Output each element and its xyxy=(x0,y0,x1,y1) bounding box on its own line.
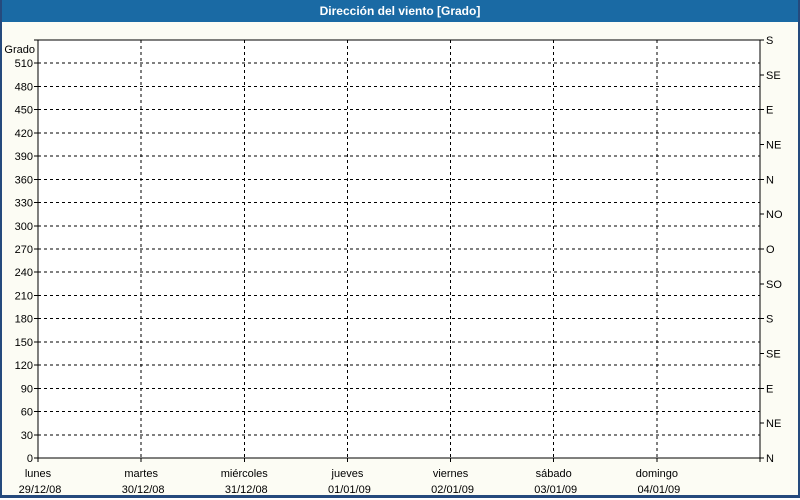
y-right-compass-label: O xyxy=(766,244,775,256)
y-right-compass-label: NO xyxy=(766,209,783,221)
y-left-tick-label: 450 xyxy=(15,105,33,117)
wind-direction-chart: 0 30 60 90 120 150 180 210 240 270 300 330 360 390 420… xyxy=(4,35,783,496)
screenshot-root: Dirección del viento [Grado] 0 30 60 90 120 1… xyxy=(0,0,800,500)
x-date-label: 31/12/08 xyxy=(225,484,268,496)
x-date-label: 30/12/08 xyxy=(122,484,165,496)
x-day-label: sábado xyxy=(536,468,572,480)
y-right-compass-label: N xyxy=(766,453,774,465)
x-day-label: domingo xyxy=(636,468,678,480)
y-left-tick-label: 90 xyxy=(21,383,33,395)
x-day-label: miércoles xyxy=(221,468,269,480)
y-right-compass-label: SE xyxy=(766,349,781,361)
y-left-tick-label: 300 xyxy=(15,221,33,233)
y-left-tick-label: 510 xyxy=(15,58,33,70)
y-right-compass-label: S xyxy=(766,35,773,47)
y-right-compass-label: E xyxy=(766,105,773,117)
y-left-tick-label: 390 xyxy=(15,151,33,163)
x-day-label: martes xyxy=(124,468,158,480)
y-left-tick-label: 480 xyxy=(15,81,33,93)
y-axis-unit-label: Grado xyxy=(4,44,35,56)
y-right-compass-label: E xyxy=(766,383,773,395)
x-date-label: 04/01/09 xyxy=(637,484,680,496)
x-day-label: jueves xyxy=(331,468,364,480)
y-right-compass-label: N xyxy=(766,174,774,186)
y-right-compass-label: SE xyxy=(766,70,781,82)
y-right-compass-label: NE xyxy=(766,418,781,430)
x-date-label: 03/01/09 xyxy=(534,484,577,496)
y-left-tick-label: 330 xyxy=(15,198,33,210)
x-day-label: lunes xyxy=(25,468,52,480)
y-left-tick-label: 150 xyxy=(15,337,33,349)
x-date-label: 29/12/08 xyxy=(19,484,62,496)
y-left-tick-label: 420 xyxy=(15,128,33,140)
x-date-label: 02/01/09 xyxy=(431,484,474,496)
y-left-tick-label: 240 xyxy=(15,267,33,279)
y-left-tick-label: 60 xyxy=(21,407,33,419)
y-left-tick-label: 0 xyxy=(27,453,33,465)
y-left-tick-label: 180 xyxy=(15,314,33,326)
y-left-tick-label: 120 xyxy=(15,360,33,372)
x-day-label: viernes xyxy=(433,468,469,480)
y-left-tick-label: 270 xyxy=(15,244,33,256)
y-right-compass-label: NE xyxy=(766,140,781,152)
y-left-tick-label: 360 xyxy=(15,174,33,186)
y-right-compass-label: S xyxy=(766,314,773,326)
y-left-tick-label: 210 xyxy=(15,290,33,302)
y-left-tick-label: 30 xyxy=(21,430,33,442)
y-right-compass-label: SO xyxy=(766,279,782,291)
x-date-label: 01/01/09 xyxy=(328,484,371,496)
